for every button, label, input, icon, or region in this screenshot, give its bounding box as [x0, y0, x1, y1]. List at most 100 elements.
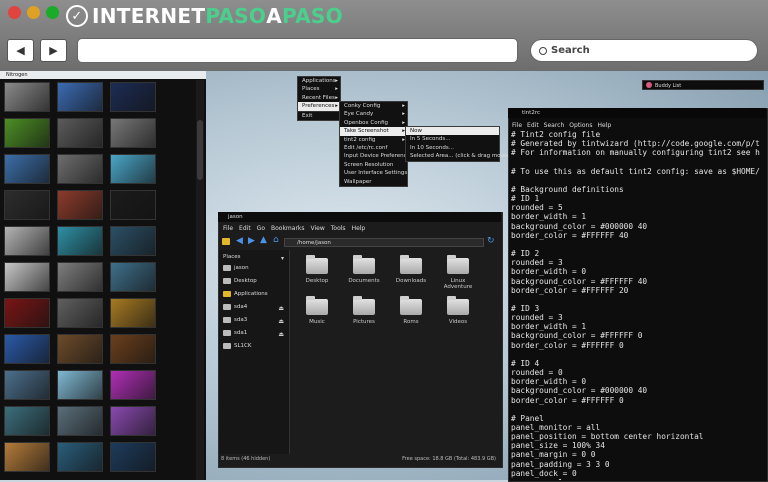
- menu-item-in-5-seconds[interactable]: In 5 Seconds...: [406, 135, 499, 143]
- new-folder-icon[interactable]: [222, 238, 230, 245]
- place-applications[interactable]: Applications: [220, 289, 288, 299]
- home-icon[interactable]: ⌂: [273, 235, 279, 245]
- place-jason[interactable]: jason: [220, 263, 288, 273]
- place-sl1ck[interactable]: SL1CK: [220, 341, 288, 351]
- wallpaper-thumbnail[interactable]: [57, 442, 103, 472]
- place-sda4[interactable]: sda4 ⏏: [220, 302, 288, 312]
- wallpaper-thumbnail[interactable]: [57, 262, 103, 292]
- wallpaper-thumbnail[interactable]: [4, 298, 50, 328]
- menu-item-wallpaper[interactable]: Wallpaper: [340, 178, 407, 186]
- folder-videos[interactable]: Videos: [436, 296, 480, 325]
- wallpaper-thumbnail[interactable]: [4, 370, 50, 400]
- wallpaper-thumbnail[interactable]: [110, 154, 156, 184]
- menu-item-user-interface-settings[interactable]: User Interface Settings: [340, 169, 407, 177]
- menu-item-exit[interactable]: Exit: [298, 110, 340, 120]
- wallpaper-thumbnail[interactable]: [4, 262, 50, 292]
- wallpaper-thumbnail[interactable]: [110, 226, 156, 256]
- menu-item-take-screenshot[interactable]: Take Screenshot ▸: [340, 127, 407, 136]
- eject-icon[interactable]: ⏏: [278, 304, 284, 314]
- wallpaper-thumbnail[interactable]: [4, 82, 50, 112]
- menu-item-tint2-config[interactable]: tint2 config ▸: [340, 136, 407, 144]
- folder-desktop[interactable]: Desktop: [295, 255, 339, 284]
- wallpaper-thumbnail[interactable]: [57, 118, 103, 148]
- menu-item-conky-config[interactable]: Conky Config ▸: [340, 102, 407, 110]
- menu-item-recent-files[interactable]: Recent Files ▸: [298, 94, 340, 102]
- place-desktop[interactable]: Desktop: [220, 276, 288, 286]
- forward-button[interactable]: ▶: [40, 39, 67, 62]
- site-logo[interactable]: ✓ INTERNET PASO A PASO: [66, 3, 343, 29]
- editor-menu-help[interactable]: Help: [597, 121, 611, 130]
- nitrogen-scrollbar[interactable]: [196, 80, 204, 480]
- search-input[interactable]: Search: [530, 39, 758, 62]
- wallpaper-thumbnail[interactable]: [4, 334, 50, 364]
- wallpaper-thumbnail[interactable]: [4, 406, 50, 436]
- fm-menu-edit[interactable]: Edit: [239, 224, 251, 234]
- wallpaper-thumbnail[interactable]: [4, 118, 50, 148]
- up-arrow-icon[interactable]: ▲: [260, 235, 267, 245]
- close-window-button[interactable]: [8, 6, 21, 19]
- wallpaper-thumbnail[interactable]: [110, 370, 156, 400]
- menu-item-places[interactable]: Places ▸: [298, 85, 340, 93]
- wallpaper-thumbnail[interactable]: [57, 298, 103, 328]
- wallpaper-thumbnail[interactable]: [57, 190, 103, 220]
- menu-item-preferences[interactable]: Preferences ▸: [298, 102, 340, 111]
- fm-menu-tools[interactable]: Tools: [331, 224, 346, 234]
- scrollbar-thumb[interactable]: [197, 120, 203, 180]
- wallpaper-thumbnail[interactable]: [4, 154, 50, 184]
- menu-item-now[interactable]: Now: [406, 127, 499, 136]
- menu-item-applications[interactable]: Applications ▸: [298, 77, 340, 85]
- fm-menu-file[interactable]: File: [223, 224, 233, 234]
- editor-menu-options[interactable]: Options: [569, 121, 592, 130]
- wallpaper-thumbnail[interactable]: [4, 442, 50, 472]
- menu-item-in-10-seconds[interactable]: In 10 Seconds...: [406, 144, 499, 152]
- folder-pictures[interactable]: Pictures: [342, 296, 386, 325]
- wallpaper-thumbnail[interactable]: [4, 190, 50, 220]
- forward-arrow-icon[interactable]: ▶: [248, 236, 255, 246]
- wallpaper-thumbnail[interactable]: [110, 406, 156, 436]
- folder-music[interactable]: Music: [295, 296, 339, 325]
- editor-menu-file[interactable]: File: [512, 121, 522, 130]
- place-sda1[interactable]: sda1 ⏏: [220, 328, 288, 338]
- back-arrow-icon[interactable]: ◀: [236, 236, 243, 246]
- editor-text-area[interactable]: # Tint2 config file # Generated by tintwi…: [511, 130, 761, 480]
- address-bar[interactable]: [77, 38, 518, 63]
- wallpaper-thumbnail[interactable]: [110, 334, 156, 364]
- wallpaper-thumbnail[interactable]: [110, 190, 156, 220]
- wallpaper-thumbnail[interactable]: [110, 442, 156, 472]
- wallpaper-thumbnail[interactable]: [110, 298, 156, 328]
- fm-menu-bookmarks[interactable]: Bookmarks: [271, 224, 305, 234]
- editor-menu-edit[interactable]: Edit: [527, 121, 539, 130]
- wallpaper-thumbnail[interactable]: [57, 370, 103, 400]
- wallpaper-thumbnail[interactable]: [57, 406, 103, 436]
- fm-menu-go[interactable]: Go: [257, 224, 265, 234]
- wallpaper-thumbnail[interactable]: [4, 226, 50, 256]
- menu-item-input-device-preferences[interactable]: Input Device Preferences: [340, 152, 413, 160]
- folder-roms[interactable]: Roms: [389, 296, 433, 325]
- location-bar[interactable]: /home/jason: [284, 238, 484, 247]
- eject-icon[interactable]: ⏏: [278, 317, 284, 327]
- folder-downloads[interactable]: Downloads: [389, 255, 433, 284]
- menu-item-eye-candy[interactable]: Eye Candy ▸: [340, 110, 407, 118]
- buddy-list-window[interactable]: Buddy List: [642, 80, 764, 90]
- wallpaper-thumbnail[interactable]: [57, 334, 103, 364]
- fm-menu-help[interactable]: Help: [352, 224, 366, 234]
- menu-item-screen-resolution[interactable]: Screen Resolution: [340, 161, 407, 169]
- menu-item-openbox-config[interactable]: Openbox Config ▸: [340, 119, 407, 127]
- eject-icon[interactable]: ⏏: [278, 330, 284, 340]
- wallpaper-thumbnail[interactable]: [110, 118, 156, 148]
- fm-menu-view[interactable]: View: [311, 224, 325, 234]
- wallpaper-thumbnail[interactable]: [110, 82, 156, 112]
- menu-item-edit-rc-conf[interactable]: Edit /etc/rc.conf: [340, 144, 407, 152]
- wallpaper-thumbnail[interactable]: [57, 154, 103, 184]
- wallpaper-thumbnail[interactable]: [57, 82, 103, 112]
- menu-item-selected-area[interactable]: Selected Area... (click & drag mouse): [406, 152, 512, 160]
- wallpaper-thumbnail[interactable]: [110, 262, 156, 292]
- back-button[interactable]: ◀: [7, 39, 34, 62]
- zoom-window-button[interactable]: [46, 6, 59, 19]
- reload-icon[interactable]: ↻: [487, 236, 495, 246]
- folder-linux-adventure[interactable]: Linux Adventure: [436, 255, 480, 290]
- editor-menu-search[interactable]: Search: [544, 121, 565, 130]
- wallpaper-thumbnail[interactable]: [57, 226, 103, 256]
- place-sda3[interactable]: sda3 ⏏: [220, 315, 288, 325]
- folder-documents[interactable]: Documents: [342, 255, 386, 284]
